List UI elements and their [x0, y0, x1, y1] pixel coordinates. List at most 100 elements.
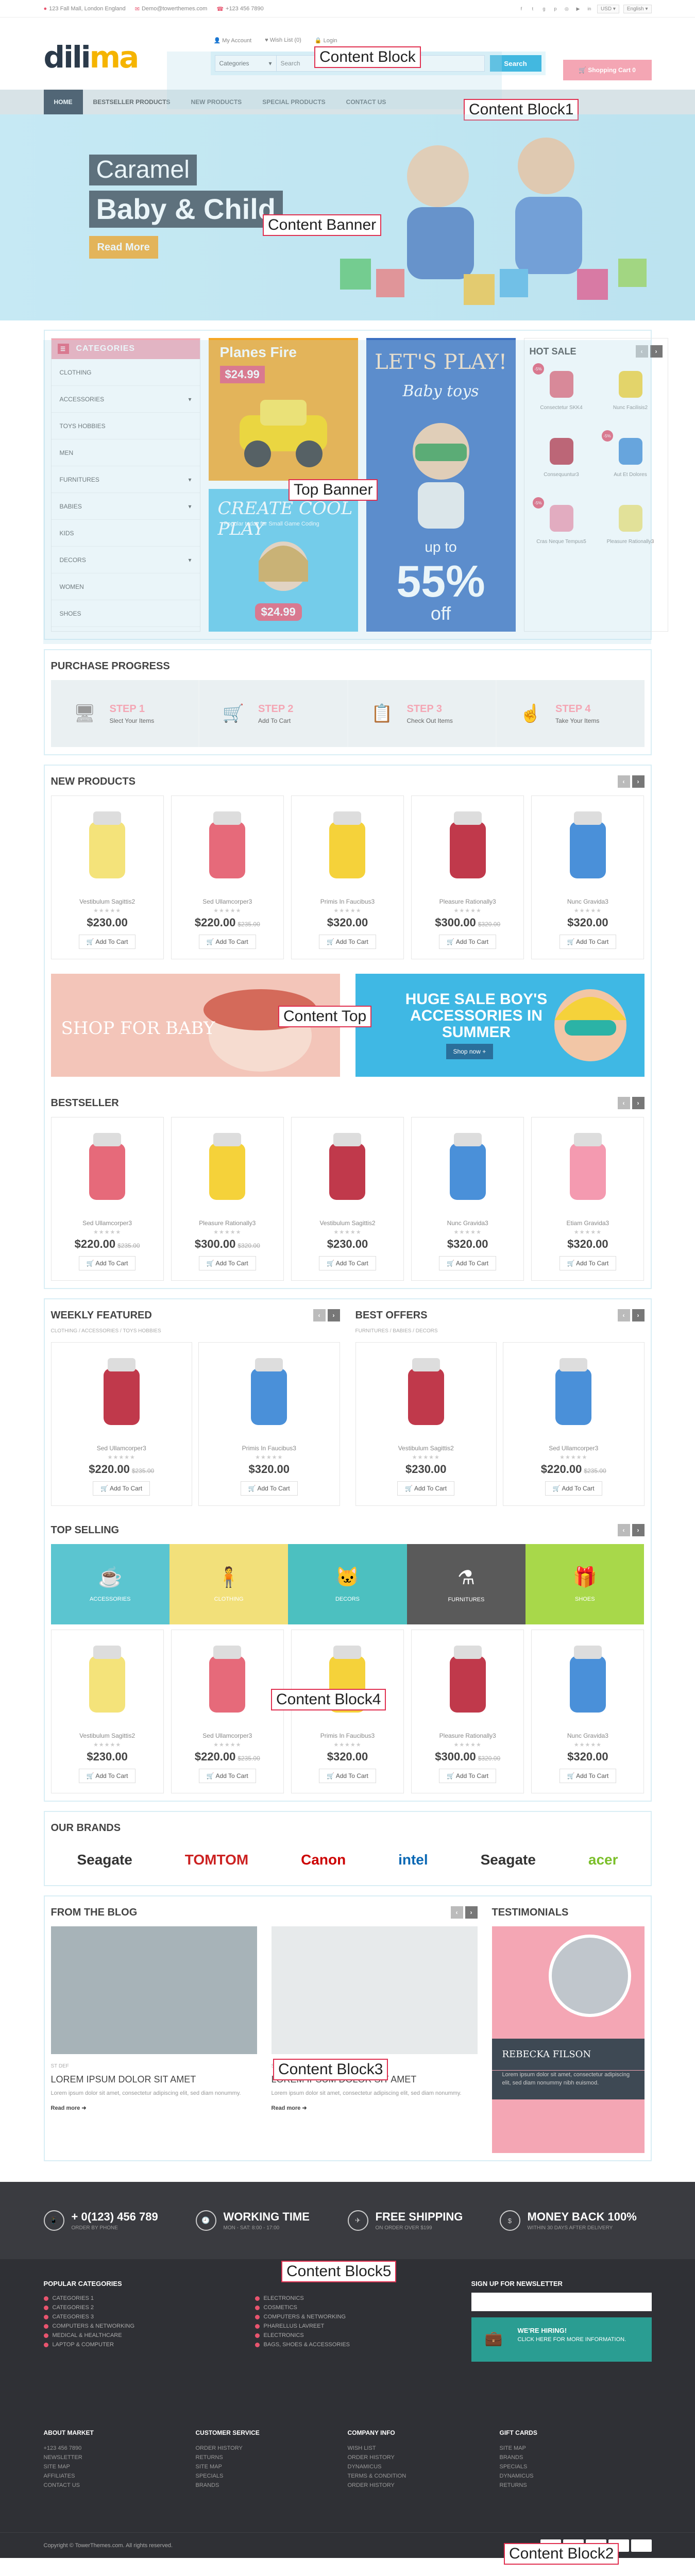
logo[interactable]: dilima — [44, 42, 140, 72]
category-item[interactable]: Clothing — [51, 359, 200, 386]
category-item[interactable]: Kids — [51, 520, 200, 547]
popular-category-link[interactable]: MEDICAL & HEALTHCARE — [44, 2332, 255, 2338]
footer-link[interactable]: NEWSLETTER — [44, 2453, 196, 2462]
add-to-cart-button[interactable]: 🛒 Add To Cart — [78, 1256, 136, 1270]
prev-arrow-icon[interactable]: ‹ — [450, 1906, 463, 1919]
hiring-banner[interactable]: 💼 WE'RE HIRING! CLICK HERE FOR MORE INFO… — [471, 2317, 652, 2362]
product-card[interactable]: Sed Ullamcorper3 ★★★★★ $220.00 $235.00 🛒 Add… — [171, 1630, 284, 1793]
planes-fire-promo[interactable]: Planes Fire $24.99 — [208, 338, 358, 481]
category-select[interactable]: Categories ▾ — [214, 55, 277, 72]
add-to-cart-button[interactable]: 🛒 Add To Cart — [319, 1769, 376, 1783]
footer-link[interactable]: CONTACT US — [44, 2481, 196, 2490]
hot-sale-item[interactable]: Aut Et Dolores -5% — [599, 430, 663, 495]
footer-link[interactable]: AFFILIATES — [44, 2471, 196, 2481]
add-to-cart-button[interactable]: 🛒 Add To Cart — [319, 1256, 376, 1270]
language-select[interactable]: English ▾ — [623, 4, 652, 13]
banner-read-more-button[interactable]: Read More — [89, 236, 158, 259]
add-to-cart-button[interactable]: 🛒 Add To Cart — [198, 1769, 256, 1783]
product-card[interactable]: Vestibulum Sagittis2 ★★★★★ $230.00 🛒 Add To… — [50, 1630, 164, 1793]
read-more-link[interactable]: Read more ➜ — [51, 2105, 257, 2111]
product-name[interactable]: Primis In Faucibus3 — [292, 898, 403, 905]
next-arrow-icon[interactable]: › — [632, 1309, 645, 1321]
footer-link[interactable]: DYNAMICUS — [348, 2462, 500, 2471]
login-link[interactable]: 🔒 Login — [315, 37, 337, 44]
category-tile[interactable]: 🧍 Clothing — [169, 1544, 289, 1624]
popular-category-link[interactable]: COMPUTERS & NETWORKING — [255, 2314, 466, 2320]
product-name[interactable]: Nunc Gravida3 — [532, 898, 643, 905]
product-card[interactable]: Vestibulum Sagittis2 ★★★★★ $230.00 🛒 Add To… — [355, 1342, 497, 1506]
nav-item-contact-us[interactable]: Contact Us — [336, 90, 397, 114]
product-card[interactable]: Sed Ullamcorper3 ★★★★★ $220.00 $235.00 🛒 Add… — [50, 1117, 164, 1281]
footer-link[interactable]: SITE MAP — [196, 2462, 348, 2471]
prev-arrow-icon[interactable]: ‹ — [617, 775, 630, 788]
google-plus-icon[interactable]: g — [540, 5, 548, 12]
product-card[interactable]: Pleasure Rationally3 ★★★★★ $300.00 $320.00 🛒… — [411, 795, 524, 959]
lets-play-promo[interactable]: LET'S PLAY! Baby toys up to 55% off — [366, 338, 516, 632]
add-to-cart-button[interactable]: 🛒 Add To Cart — [439, 1769, 497, 1783]
footer-link[interactable]: DYNAMICUS — [500, 2471, 652, 2481]
footer-link[interactable]: SPECIALS — [500, 2462, 652, 2471]
add-to-cart-button[interactable]: 🛒 Add To Cart — [439, 935, 497, 949]
product-name[interactable]: Vestibulum Sagittis2 — [292, 1219, 403, 1227]
product-name[interactable]: Nunc Gravida3 — [532, 1732, 643, 1739]
footer-link[interactable]: RETURNS — [500, 2481, 652, 2490]
product-name[interactable]: Sed Ullamcorper3 — [52, 1219, 163, 1227]
category-item[interactable]: Toys Hobbies — [51, 413, 200, 439]
create-cool-play-promo[interactable]: CREATE COOL PLAY Popular today for Small… — [208, 489, 358, 632]
shop-now-button[interactable]: Shop now + — [446, 1044, 494, 1059]
popular-category-link[interactable]: CATEGORIES 3 — [44, 2314, 255, 2320]
wishlist-link[interactable]: ♥ Wish List (0) — [265, 37, 301, 44]
add-to-cart-button[interactable]: 🛒 Add To Cart — [559, 1256, 617, 1270]
product-card[interactable]: Nunc Gravida3 ★★★★★ $320.00 🛒 Add To Cart — [531, 1630, 645, 1793]
category-item[interactable]: Shoes — [51, 600, 200, 627]
prev-arrow-icon[interactable]: ‹ — [635, 345, 648, 358]
footer-link[interactable]: WISH LIST — [348, 2444, 500, 2453]
product-card[interactable]: Vestibulum Sagittis2 ★★★★★ $230.00 🛒 Add To… — [291, 1117, 404, 1281]
category-item[interactable]: Women — [51, 573, 200, 600]
category-tile[interactable]: 🎁 Shoes — [526, 1544, 645, 1624]
product-name[interactable]: Pleasure Rationally3 — [412, 898, 523, 905]
hot-sale-item[interactable]: Consequuntur3 — [530, 430, 594, 495]
popular-category-link[interactable]: CATEGORIES 1 — [44, 2295, 255, 2301]
add-to-cart-button[interactable]: 🛒 Add To Cart — [397, 1481, 455, 1496]
add-to-cart-button[interactable]: 🛒 Add To Cart — [78, 935, 136, 949]
product-card[interactable]: Primis In Faucibus3 ★★★★★ $320.00 🛒 Add To … — [291, 795, 404, 959]
next-arrow-icon[interactable]: › — [465, 1906, 478, 1919]
category-item[interactable]: Furnitures ▾ — [51, 466, 200, 493]
category-item[interactable]: Men — [51, 439, 200, 466]
next-arrow-icon[interactable]: › — [632, 775, 645, 788]
popular-category-link[interactable]: COSMETICS — [255, 2304, 466, 2311]
email[interactable]: ✉ Demo@towerthemes.com — [135, 6, 208, 12]
footer-link[interactable]: ORDER HISTORY — [348, 2453, 500, 2462]
prev-arrow-icon[interactable]: ‹ — [617, 1097, 630, 1109]
product-name[interactable]: Primis In Faucibus3 — [292, 1732, 403, 1739]
footer-link[interactable]: TERMS & CONDITION — [348, 2471, 500, 2481]
add-to-cart-button[interactable]: 🛒 Add To Cart — [559, 935, 617, 949]
popular-category-link[interactable]: ELECTRONICS — [255, 2295, 466, 2301]
add-to-cart-button[interactable]: 🛒 Add To Cart — [545, 1481, 602, 1496]
add-to-cart-button[interactable]: 🛒 Add To Cart — [439, 1256, 497, 1270]
add-to-cart-button[interactable]: 🛒 Add To Cart — [198, 1256, 256, 1270]
footer-link[interactable]: ORDER HISTORY — [196, 2444, 348, 2453]
category-item[interactable]: Decors ▾ — [51, 547, 200, 573]
category-tile[interactable]: 🐱 Decors — [288, 1544, 407, 1624]
popular-category-link[interactable]: ELECTRONICS — [255, 2332, 466, 2338]
product-card[interactable]: Pleasure Rationally3 ★★★★★ $300.00 $320.00 🛒… — [171, 1117, 284, 1281]
brand-logo[interactable]: acer — [588, 1852, 618, 1868]
instagram-icon[interactable]: ◎ — [563, 5, 570, 12]
hot-sale-item[interactable]: Pleasure Rationally3 — [599, 497, 663, 562]
add-to-cart-button[interactable]: 🛒 Add To Cart — [198, 935, 256, 949]
prev-arrow-icon[interactable]: ‹ — [617, 1309, 630, 1321]
huge-sale-banner[interactable]: HUGE SALE BOY'S ACCESSORIES IN SUMMER Sh… — [355, 974, 645, 1077]
nav-item-special-products[interactable]: Special Products — [252, 90, 335, 114]
product-name[interactable]: Nunc Gravida3 — [412, 1219, 523, 1227]
add-to-cart-button[interactable]: 🛒 Add To Cart — [319, 935, 376, 949]
hot-sale-item[interactable]: Cras Neque Tempus5 -5% — [530, 497, 594, 562]
product-card[interactable]: Sed Ullamcorper3 ★★★★★ $220.00 $235.00 🛒 Add… — [171, 795, 284, 959]
product-card[interactable]: Primis In Faucibus3 ★★★★★ $320.00 🛒 Add To … — [291, 1630, 404, 1793]
product-name[interactable]: Sed Ullamcorper3 — [52, 1445, 192, 1452]
next-arrow-icon[interactable]: › — [632, 1097, 645, 1109]
product-name[interactable]: Sed Ullamcorper3 — [503, 1445, 644, 1452]
product-name[interactable]: Etiam Gravida3 — [532, 1219, 643, 1227]
product-name[interactable]: Vestibulum Sagittis2 — [52, 898, 163, 905]
